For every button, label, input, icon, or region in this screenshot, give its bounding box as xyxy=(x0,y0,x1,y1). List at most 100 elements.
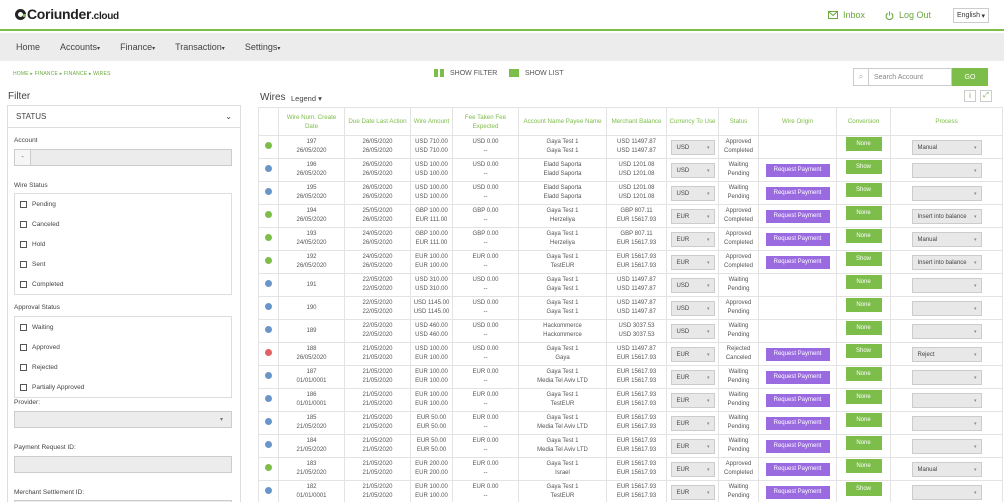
table-row[interactable]: 189 22/05/2020 22/05/2020 USD 460.00 USD 460… xyxy=(258,319,1003,343)
approval-status-option[interactable]: Waiting xyxy=(15,317,231,337)
conversion-button[interactable]: None xyxy=(845,459,882,473)
checkbox[interactable] xyxy=(20,220,27,228)
logout-link[interactable]: Log Out xyxy=(885,10,931,20)
process-select[interactable]: ▾ xyxy=(911,323,982,339)
language-select[interactable]: English ▾ xyxy=(953,8,989,23)
wire-status-option[interactable]: Completed xyxy=(15,274,231,294)
request-payment-button[interactable]: Request Payment xyxy=(765,232,830,246)
conversion-button[interactable]: None xyxy=(845,206,882,220)
process-select[interactable]: ▾ xyxy=(911,277,982,293)
request-payment-button[interactable]: Request Payment xyxy=(765,416,830,430)
currency-select[interactable]: EUR ▾ xyxy=(670,415,715,431)
payment-request-field[interactable] xyxy=(14,456,232,473)
column-header[interactable]: Process xyxy=(890,107,1003,136)
request-payment-button[interactable]: Request Payment xyxy=(765,393,830,407)
legend-dropdown[interactable]: Legend ▾ xyxy=(291,94,322,103)
checkbox[interactable] xyxy=(20,383,27,391)
go-button[interactable]: GO xyxy=(952,68,988,86)
nav-finance[interactable]: Finance▾ xyxy=(120,42,155,52)
conversion-button[interactable]: None xyxy=(845,367,882,381)
process-select[interactable]: ▾ xyxy=(911,438,982,454)
conversion-button[interactable]: None xyxy=(845,137,882,151)
column-header[interactable]: Conversion xyxy=(836,107,891,136)
request-payment-button[interactable]: Request Payment xyxy=(765,163,830,177)
nav-home[interactable]: Home xyxy=(16,42,40,52)
checkbox[interactable] xyxy=(20,240,27,248)
status-dropdown[interactable]: STATUS ⌄ xyxy=(8,106,240,128)
conversion-button[interactable]: None xyxy=(845,413,882,427)
nav-accounts[interactable]: Accounts▾ xyxy=(60,42,100,52)
account-field[interactable]: - xyxy=(14,149,232,166)
currency-select[interactable]: USD ▾ xyxy=(670,185,715,201)
currency-select[interactable]: USD ▾ xyxy=(670,277,715,293)
request-payment-button[interactable]: Request Payment xyxy=(765,439,830,453)
column-header[interactable]: Due Date Last Action xyxy=(344,107,411,136)
conversion-button[interactable]: Show xyxy=(845,160,882,174)
wire-status-option[interactable]: Sent xyxy=(15,254,231,274)
table-row[interactable]: 185 21/05/2020 21/05/2020 21/05/2020 EUR 50.… xyxy=(258,411,1003,435)
conversion-button[interactable]: Show xyxy=(845,183,882,197)
process-select[interactable]: Manual ▾ xyxy=(911,139,982,155)
process-select[interactable]: Insert into balance ▾ xyxy=(911,208,982,224)
minus-icon[interactable]: - xyxy=(15,150,31,165)
process-select[interactable]: ▾ xyxy=(911,484,982,500)
column-header[interactable]: Wire Origin xyxy=(758,107,837,136)
request-payment-button[interactable]: Request Payment xyxy=(765,370,830,384)
conversion-button[interactable]: None xyxy=(845,229,882,243)
request-payment-button[interactable]: Request Payment xyxy=(765,485,830,499)
conversion-button[interactable]: None xyxy=(845,275,882,289)
column-header[interactable]: Currency To Use xyxy=(666,107,719,136)
conversion-button[interactable]: Show xyxy=(845,344,882,358)
show-list-toggle[interactable]: SHOW LIST xyxy=(509,69,564,77)
conversion-button[interactable]: Show xyxy=(845,482,882,496)
request-payment-button[interactable]: Request Payment xyxy=(765,347,830,361)
currency-select[interactable]: EUR ▾ xyxy=(670,392,715,408)
currency-select[interactable]: EUR ▾ xyxy=(670,208,715,224)
brand-logo[interactable]: Coriunder.cloud xyxy=(15,6,119,22)
table-row[interactable]: 183 21/05/2020 21/05/2020 21/05/2020 EUR 200… xyxy=(258,457,1003,481)
process-select[interactable]: ▾ xyxy=(911,369,982,385)
approval-status-option[interactable]: Partially Approved xyxy=(15,377,231,397)
checkbox[interactable] xyxy=(20,260,27,268)
conversion-button[interactable]: None xyxy=(845,321,882,335)
wire-status-option[interactable]: Hold xyxy=(15,234,231,254)
request-payment-button[interactable]: Request Payment xyxy=(765,462,830,476)
breadcrumb[interactable]: HOME ▸ FINANCE ▸ FINANCE ▸ WIRES xyxy=(13,71,111,77)
column-header[interactable]: Wire Amount xyxy=(410,107,453,136)
checkbox[interactable] xyxy=(20,323,27,331)
currency-select[interactable]: EUR ▾ xyxy=(670,461,715,477)
column-header[interactable]: Status xyxy=(718,107,759,136)
checkbox[interactable] xyxy=(20,280,27,288)
column-header[interactable]: Wire Num. Create Date xyxy=(278,107,345,136)
process-select[interactable]: ▾ xyxy=(911,185,982,201)
expand-icon[interactable]: ⤢ xyxy=(980,90,992,102)
table-row[interactable]: 190 22/05/2020 22/05/2020 USD 1145.00 USD 11… xyxy=(258,296,1003,320)
request-payment-button[interactable]: Request Payment xyxy=(765,186,830,200)
table-row[interactable]: 182 01/01/0001 21/05/2020 21/05/2020 EUR 100… xyxy=(258,480,1003,502)
process-select[interactable]: ▾ xyxy=(911,415,982,431)
currency-select[interactable]: EUR ▾ xyxy=(670,484,715,500)
approval-status-option[interactable]: Approved xyxy=(15,337,231,357)
process-select[interactable]: ▾ xyxy=(911,392,982,408)
currency-select[interactable]: USD ▾ xyxy=(670,323,715,339)
process-select[interactable]: Manual ▾ xyxy=(911,461,982,477)
table-row[interactable]: 195 26/05/2020 26/05/2020 26/05/2020 USD 100… xyxy=(258,181,1003,205)
approval-status-option[interactable]: Rejected xyxy=(15,357,231,377)
inbox-link[interactable]: Inbox xyxy=(828,10,865,20)
table-row[interactable]: 194 26/05/2020 25/05/2020 26/05/2020 GBP 100… xyxy=(258,204,1003,228)
table-row[interactable]: 188 26/05/2020 21/05/2020 21/05/2020 USD 100… xyxy=(258,342,1003,366)
table-row[interactable]: 186 01/01/0001 21/05/2020 21/05/2020 EUR 100… xyxy=(258,388,1003,412)
currency-select[interactable]: EUR ▾ xyxy=(670,231,715,247)
process-select[interactable]: ▾ xyxy=(911,162,982,178)
table-row[interactable]: 197 26/05/2020 26/05/2020 26/05/2020 USD 710… xyxy=(258,135,1003,159)
currency-select[interactable]: EUR ▾ xyxy=(670,438,715,454)
checkbox[interactable] xyxy=(20,343,27,351)
column-header[interactable]: Account Name Payee Name xyxy=(518,107,607,136)
checkbox[interactable] xyxy=(20,200,27,208)
column-header[interactable]: Merchant Balance xyxy=(606,107,667,136)
checkbox[interactable] xyxy=(20,363,27,371)
process-select[interactable]: Insert into balance ▾ xyxy=(911,254,982,270)
request-payment-button[interactable]: Request Payment xyxy=(765,255,830,269)
nav-settings[interactable]: Settings▾ xyxy=(245,42,281,52)
process-select[interactable]: ▾ xyxy=(911,300,982,316)
